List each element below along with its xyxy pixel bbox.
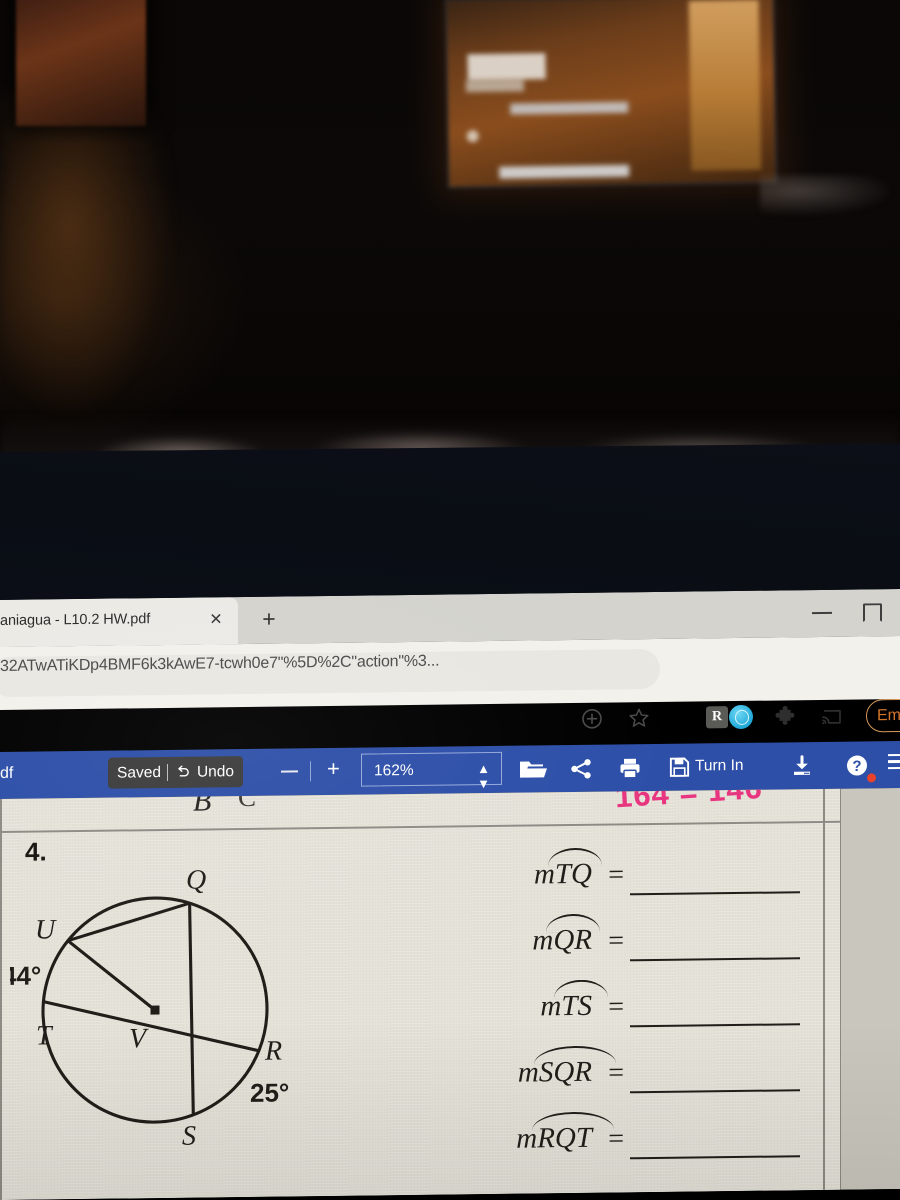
tv-bottom-ticker <box>499 164 630 179</box>
point-label-T: T <box>36 1020 54 1051</box>
pdf-page[interactable]: B C 164 = 146 4. Q U T V R S 44° 25° mTQ… <box>0 788 840 1200</box>
answer-blank-line[interactable] <box>630 1023 800 1028</box>
answer-row: mSQR = <box>440 1045 820 1120</box>
plus-icon[interactable]: + <box>256 606 282 633</box>
pdf-viewer-area[interactable]: B C 164 = 146 4. Q U T V R S 44° 25° mTQ… <box>0 788 900 1200</box>
floppy-disk-icon[interactable] <box>668 756 691 779</box>
readwrite-extension-icon[interactable]: R <box>706 706 728 729</box>
browser-toolbar-row: 32ATwATiKDp4BMF6k3kAwE7-tcwh0e7"%5D%2C"a… <box>0 636 900 733</box>
help-notification-badge <box>867 773 876 783</box>
television-screen <box>444 0 778 189</box>
saved-label: Saved <box>117 763 161 782</box>
equals-sign: = <box>608 859 624 891</box>
zoom-level-value: 162% <box>374 761 414 780</box>
answer-label: mRQT <box>516 1111 615 1156</box>
point-label-R: R <box>264 1036 282 1067</box>
cast-icon[interactable] <box>820 705 844 729</box>
answer-row: mTQ = <box>440 847 820 922</box>
tv-caption-block <box>467 53 546 81</box>
equals-sign: = <box>608 1123 624 1155</box>
answer-row: mTS = <box>440 979 820 1054</box>
answer-blanks-list: mTQ = mQR = mTS = mSQR = mRQT = <box>440 847 820 1186</box>
page-rule-top <box>0 820 840 835</box>
arc-overbar <box>547 847 602 867</box>
wall-picture-frame <box>16 0 146 126</box>
page-rule-right <box>823 788 825 1199</box>
minimize-icon[interactable] <box>812 611 832 615</box>
wall-lamp-glow <box>0 90 175 420</box>
maximize-icon[interactable] <box>863 603 882 623</box>
tv-side-object <box>760 175 890 215</box>
answer-label: mTQ <box>534 847 602 892</box>
handwritten-ink-annotation: 164 = 146 <box>614 788 764 815</box>
add-to-tab-group-icon[interactable] <box>580 707 604 731</box>
saved-undo-chip[interactable]: Saved Undo <box>108 756 244 789</box>
zoom-level-field[interactable]: 162% ▲ ▼ <box>361 751 502 791</box>
answer-label: mQR <box>532 913 601 958</box>
point-label-V: V <box>129 1023 149 1054</box>
puzzle-extensions-icon[interactable] <box>774 703 800 729</box>
printer-icon[interactable] <box>617 756 643 780</box>
question-number-label: 4. <box>25 836 47 867</box>
tab-title-label: aniagua - L10.2 HW.pdf <box>0 611 151 629</box>
answer-blank-line[interactable] <box>630 1089 800 1094</box>
laptop-screen-dark-area <box>0 443 900 612</box>
globe-extension-icon[interactable] <box>729 704 753 730</box>
page-rule-left <box>0 798 2 1200</box>
profile-avatar-pill[interactable]: Em <box>866 698 900 733</box>
profile-label: Em <box>877 706 900 725</box>
point-label-S: S <box>182 1121 196 1152</box>
equals-sign: = <box>608 1057 624 1089</box>
undo-label: Undo <box>196 762 235 781</box>
spinner-updown-icon[interactable]: ▲ ▼ <box>477 761 490 791</box>
kami-filename-label: df <box>0 764 14 782</box>
circle-geometry-diagram: Q U T V R S 44° 25° <box>10 864 289 1152</box>
answer-label: mTS <box>540 979 609 1024</box>
answer-row: mRQT = <box>440 1111 820 1186</box>
tv-content-panel <box>688 0 762 171</box>
close-icon[interactable]: ✕ <box>205 609 227 631</box>
share-icon[interactable] <box>568 757 594 781</box>
divider <box>310 761 311 782</box>
tv-bullet-dot <box>466 130 479 143</box>
angle-label-25: 25° <box>250 1077 289 1107</box>
answer-blank-line[interactable] <box>630 957 800 962</box>
hamburger-menu-icon[interactable] <box>888 753 900 773</box>
equals-sign: = <box>608 925 624 957</box>
folder-icon[interactable] <box>518 757 548 781</box>
minus-icon[interactable] <box>281 770 298 773</box>
point-label-U: U <box>35 914 57 945</box>
room-photo-background <box>0 0 900 480</box>
point-label-Q: Q <box>186 864 206 895</box>
divider <box>166 763 168 781</box>
chrome-browser-window: aniagua - L10.2 HW.pdf ✕ + 32ATwATiKDp4B… <box>0 589 900 1200</box>
download-icon[interactable] <box>790 754 814 778</box>
equals-sign: = <box>608 991 624 1023</box>
answer-blank-line[interactable] <box>630 1155 800 1160</box>
angle-label-44: 44° <box>10 960 41 990</box>
answer-blank-line[interactable] <box>630 891 800 896</box>
tv-caption-sub <box>465 79 524 93</box>
plus-icon[interactable]: + <box>327 756 345 781</box>
question-mark-icon[interactable]: ? <box>845 753 869 777</box>
bookmark-star-icon[interactable] <box>627 706 651 730</box>
svg-text:?: ? <box>852 758 861 775</box>
answer-row: mQR = <box>440 913 820 988</box>
undo-arrow-icon[interactable] <box>174 764 191 781</box>
turn-in-button-label[interactable]: Turn In <box>695 757 744 776</box>
answer-label: mSQR <box>518 1045 616 1090</box>
tv-lower-third-bar <box>510 101 629 115</box>
